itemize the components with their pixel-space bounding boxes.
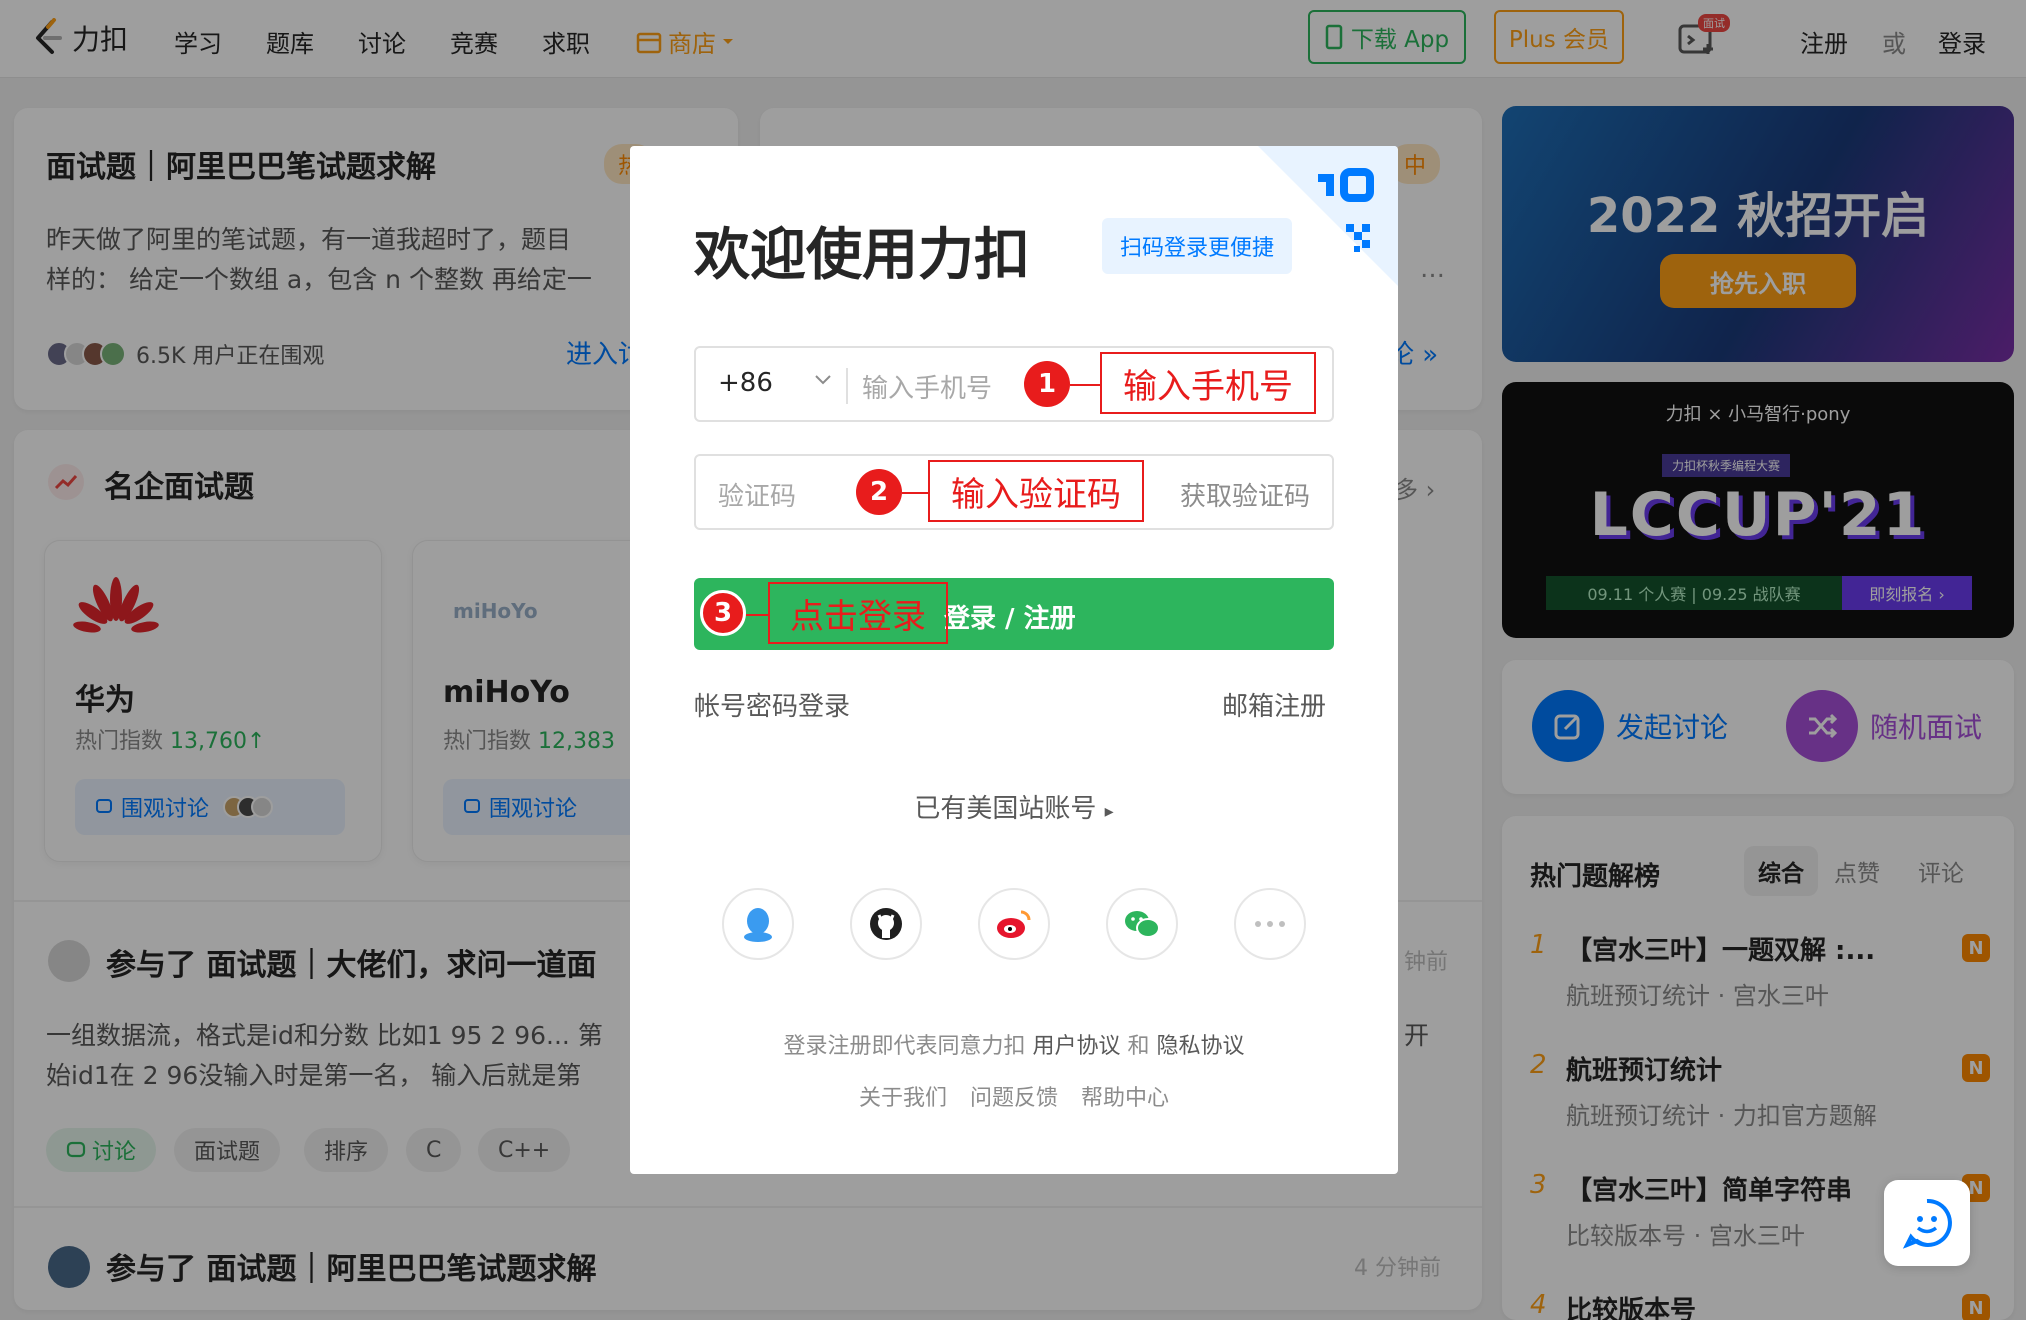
login-modal: 欢迎使用力扣 扫码登录更便捷 +86 输入手机号 验证码 获取验证码 登录 / … <box>630 146 1398 1174</box>
user-agreement-link[interactable]: 用户协议 <box>1032 1034 1120 1059</box>
github-login-button[interactable] <box>850 888 922 960</box>
code-input[interactable]: 验证码 <box>718 476 796 513</box>
chevron-down-icon[interactable] <box>814 374 832 386</box>
modal-footer-links: 关于我们 问题反馈 帮助中心 <box>630 1080 1398 1112</box>
field-divider <box>846 368 848 404</box>
terms-and: 和 <box>1127 1034 1150 1059</box>
terms-prefix: 登录注册即代表同意力扣 <box>783 1034 1026 1059</box>
phone-input[interactable]: 输入手机号 <box>862 368 992 405</box>
terms-notice: 登录注册即代表同意力扣 用户协议 和 隐私协议 <box>630 1028 1398 1060</box>
us-account-link[interactable]: 已有美国站账号 ▸ <box>630 788 1398 825</box>
annotation-step-3-badge: 3 <box>700 590 746 636</box>
annotation-step-2-badge: 2 <box>856 469 902 515</box>
caret-right-icon: ▸ <box>1104 801 1114 822</box>
modal-title: 欢迎使用力扣 <box>694 223 1030 288</box>
weibo-icon <box>997 910 1031 938</box>
github-icon <box>870 908 902 940</box>
wechat-icon <box>1125 911 1160 938</box>
email-register-link[interactable]: 邮箱注册 <box>1222 686 1326 723</box>
more-dots-icon <box>1255 921 1285 927</box>
annotation-step-1-badge: 1 <box>1024 361 1070 407</box>
smiley-chat-icon <box>1902 1198 1952 1249</box>
annotation-connector <box>1070 384 1100 386</box>
qq-icon <box>744 908 772 942</box>
login-button-label: 登录 / 注册 <box>944 604 1076 634</box>
about-us-link[interactable]: 关于我们 <box>859 1086 947 1111</box>
annotation-step-3-label: 点击登录 <box>768 582 948 644</box>
annotation-step-1-label: 输入手机号 <box>1100 352 1316 414</box>
feedback-link[interactable]: 问题反馈 <box>970 1086 1058 1111</box>
annotation-connector <box>746 614 768 616</box>
us-account-label: 已有美国站账号 <box>914 794 1097 824</box>
privacy-link[interactable]: 隐私协议 <box>1157 1034 1245 1059</box>
chat-assistant-button[interactable] <box>1884 1180 1970 1266</box>
qr-code-toggle-icon[interactable] <box>1258 146 1398 286</box>
qq-login-button[interactable] <box>722 888 794 960</box>
annotation-connector <box>902 492 928 494</box>
password-login-link[interactable]: 帐号密码登录 <box>694 686 850 723</box>
weibo-login-button[interactable] <box>978 888 1050 960</box>
country-code-select[interactable]: +86 <box>718 368 773 398</box>
wechat-login-button[interactable] <box>1106 888 1178 960</box>
get-code-button[interactable]: 获取验证码 <box>1180 476 1310 513</box>
more-login-options-button[interactable] <box>1234 888 1306 960</box>
annotation-step-2-label: 输入验证码 <box>928 460 1144 522</box>
help-center-link[interactable]: 帮助中心 <box>1081 1086 1169 1111</box>
